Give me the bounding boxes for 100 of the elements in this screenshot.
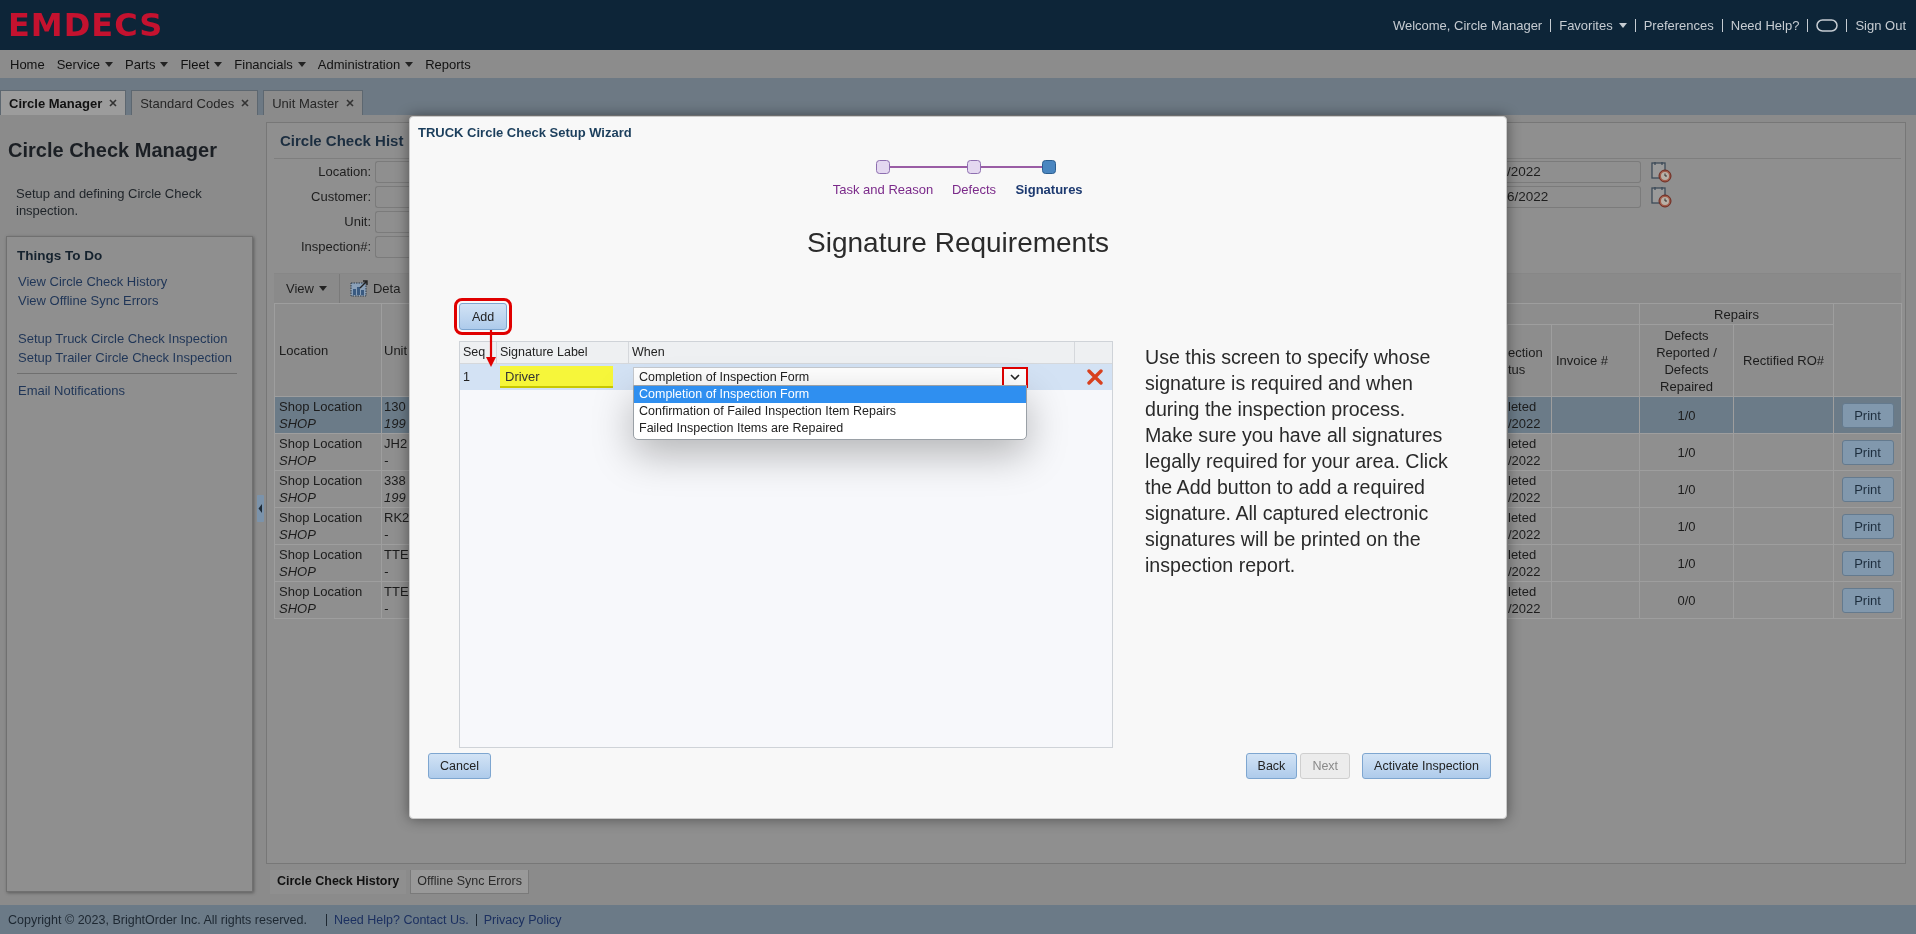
table-cell: 1/0: [1639, 507, 1734, 545]
date-field[interactable]: 6/2022: [1507, 185, 1641, 208]
row-number: 1: [463, 370, 470, 384]
location-code: SHOP: [279, 600, 317, 617]
table-cell: 1/0: [1639, 544, 1734, 582]
dialog-title: TRUCK Circle Check Setup Wizard: [417, 124, 633, 142]
print-button[interactable]: Print: [1841, 476, 1894, 502]
dropdown-option[interactable]: Failed Inspection Items are Repaired: [634, 420, 1026, 437]
print-button[interactable]: Print: [1841, 513, 1894, 539]
grid-row[interactable]: 1 Driver Completion of Inspection Form: [460, 364, 1112, 390]
column-header: When: [629, 342, 1075, 363]
unit-number: JH2: [384, 435, 409, 452]
close-icon[interactable]: [109, 99, 118, 107]
sidebar-link[interactable]: View Offline Sync Errors: [17, 291, 242, 310]
unit-detail: -: [384, 600, 390, 617]
text-field[interactable]: Driver: [500, 366, 613, 388]
input-field[interactable]: [375, 185, 409, 208]
print-button[interactable]: Print: [1841, 439, 1894, 465]
column-header: Rectified RO#: [1733, 324, 1834, 397]
dropdown-option[interactable]: Confirmation of Failed Inspection Item Repairs: [634, 403, 1026, 420]
status-date: /2022: [1508, 526, 1542, 543]
menu-item[interactable]: Reports: [425, 56, 471, 72]
footer-link[interactable]: Need Help? Contact Us.: [333, 912, 469, 927]
menu-item[interactable]: Financials: [234, 56, 306, 72]
header-link[interactable]: Need Help?: [1730, 17, 1800, 33]
input-field[interactable]: [375, 210, 409, 233]
tab[interactable]: Circle Manager: [0, 90, 127, 115]
menu-item[interactable]: Administration: [317, 56, 414, 72]
chevron-down-icon: [1010, 374, 1020, 380]
tab[interactable]: Unit Master: [263, 90, 363, 115]
step-connector: [980, 166, 1043, 168]
status-text: leted: [1508, 472, 1538, 489]
page-title: Circle Check Manager: [7, 138, 218, 162]
unit-number: 338: [384, 472, 407, 489]
calendar-clock-icon[interactable]: [1650, 185, 1672, 208]
sidebar-link[interactable]: Setup Trailer Circle Check Inspection: [17, 348, 242, 367]
location-name: Shop Location: [279, 546, 364, 563]
location-name: Shop Location: [279, 435, 364, 452]
location-code: SHOP: [279, 489, 317, 506]
tab[interactable]: Circle Check History: [270, 870, 407, 894]
step-label[interactable]: Signatures: [1007, 181, 1091, 198]
table-cell: 0/0: [1639, 581, 1734, 619]
menu-button[interactable]: Favorites: [1559, 17, 1627, 33]
tab[interactable]: Offline Sync Errors: [410, 870, 529, 894]
dialog-button[interactable]: Back: [1245, 753, 1298, 779]
column-header: Location: [274, 303, 382, 397]
caret-icon: [160, 61, 169, 67]
sidebar-link[interactable]: View Circle Check History: [17, 272, 242, 291]
sidebar-link[interactable]: Setup Truck Circle Check Inspection: [17, 329, 242, 348]
print-button[interactable]: Print: [1841, 550, 1894, 576]
close-icon[interactable]: [241, 99, 250, 107]
status-date: /2022: [1508, 489, 1542, 506]
status-text: leted: [1508, 583, 1538, 600]
table-cell: 1/0: [1639, 470, 1734, 508]
delete-icon[interactable]: [1086, 369, 1103, 385]
select-field[interactable]: Completion of Inspection Form: [633, 366, 1028, 388]
details-button[interactable]: Deta: [339, 280, 401, 297]
unit-detail: 199: [384, 415, 407, 432]
status-date: /2022: [1508, 452, 1542, 469]
tab[interactable]: Standard Codes: [131, 90, 259, 115]
unit-detail: -: [384, 452, 390, 469]
status-text: leted: [1508, 509, 1538, 526]
caret-icon: [105, 61, 114, 67]
menu-item[interactable]: Home: [10, 56, 45, 72]
collapse-handle-icon[interactable]: [257, 495, 264, 522]
column-header: Signature Label: [497, 342, 629, 363]
sidebar-link[interactable]: Email Notifications: [17, 381, 237, 400]
menu-item[interactable]: Fleet: [180, 56, 223, 72]
status-date: /2022: [1508, 600, 1542, 617]
header-link[interactable]: Preferences: [1643, 17, 1714, 33]
calendar-clock-icon[interactable]: [1650, 160, 1672, 183]
detach-icon: [349, 280, 369, 297]
location-code: SHOP: [279, 526, 317, 543]
toggle-icon[interactable]: [1816, 18, 1839, 32]
location-code: SHOP: [279, 452, 317, 469]
location-name: Shop Location: [279, 472, 364, 489]
unit-number: TTE: [384, 583, 409, 600]
dropdown-button[interactable]: [1004, 368, 1026, 386]
input-field[interactable]: [375, 235, 409, 258]
dialog-button[interactable]: Activate Inspection: [1362, 753, 1491, 779]
date-field[interactable]: /2022: [1507, 160, 1641, 183]
print-button[interactable]: Print: [1841, 402, 1894, 428]
column-header: Unit: [381, 303, 410, 397]
step-label[interactable]: Defects: [941, 181, 1007, 198]
location-name: Shop Location: [279, 583, 364, 600]
unit-detail: -: [384, 563, 390, 580]
menu-item[interactable]: Parts: [125, 56, 169, 72]
location-name: Shop Location: [279, 509, 364, 526]
input-field[interactable]: [375, 160, 409, 183]
print-button[interactable]: Print: [1841, 587, 1894, 613]
caret-icon: [297, 61, 306, 67]
close-icon[interactable]: [345, 99, 354, 107]
header-link[interactable]: Sign Out: [1855, 17, 1906, 33]
dialog-button[interactable]: Cancel: [428, 753, 491, 779]
unit-detail: -: [384, 526, 390, 543]
dropdown-option[interactable]: Completion of Inspection Form: [634, 386, 1026, 403]
copyright-text: Copyright © 2023, BrightOrder Inc. All rights reserved.: [8, 912, 307, 927]
step-label[interactable]: Task and Reason: [825, 181, 941, 198]
menu-item[interactable]: Service: [56, 56, 114, 72]
footer-link[interactable]: Privacy Policy: [483, 912, 562, 927]
